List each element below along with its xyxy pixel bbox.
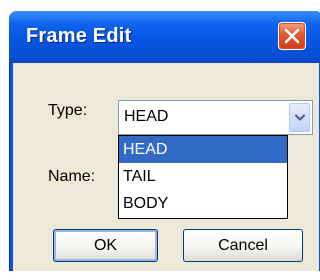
- title-bar[interactable]: Frame Edit: [9, 11, 320, 63]
- type-select-dropdown-button[interactable]: [289, 103, 310, 132]
- type-select[interactable]: HEAD: [118, 100, 313, 135]
- dropdown-option-tail[interactable]: TAIL: [119, 163, 287, 190]
- close-button[interactable]: [278, 22, 306, 50]
- cancel-button[interactable]: Cancel: [183, 229, 303, 262]
- name-label: Name:: [48, 168, 96, 185]
- dropdown-option-head[interactable]: HEAD: [119, 136, 287, 163]
- dropdown-option-body[interactable]: BODY: [119, 190, 287, 217]
- dialog-body: Type: HEAD Name: HEAD TAIL BODY OK Cance…: [13, 63, 319, 271]
- ok-button[interactable]: OK: [53, 229, 158, 262]
- type-select-value: HEAD: [124, 108, 169, 125]
- type-dropdown-list: HEAD TAIL BODY: [118, 135, 288, 219]
- type-label: Type:: [48, 102, 88, 119]
- window-title: Frame Edit: [26, 25, 132, 47]
- frame-edit-dialog: Frame Edit Type: HEAD Name: HEAD TAIL BO…: [9, 11, 320, 271]
